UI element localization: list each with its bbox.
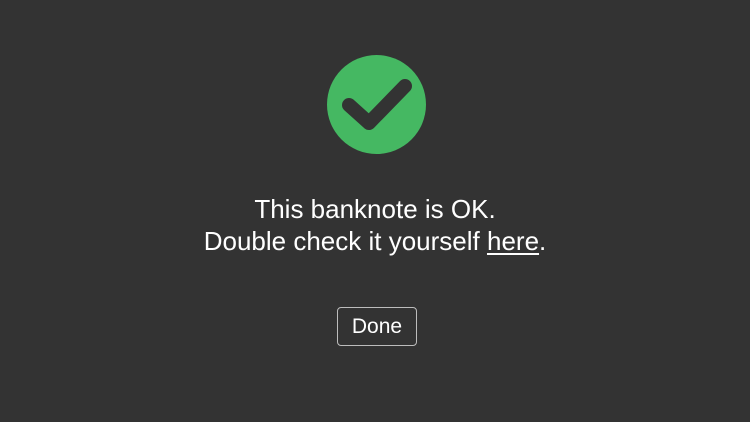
checkmark-circle-icon (327, 55, 426, 154)
status-message: This banknote is OK. (254, 194, 496, 224)
result-screen: This banknote is OK. Double check it you… (0, 0, 750, 422)
double-check-prefix: Double check it yourself (203, 226, 487, 256)
done-button[interactable]: Done (337, 307, 417, 346)
here-link[interactable]: here (487, 226, 539, 256)
checkmark-icon (342, 79, 412, 130)
result-message: This banknote is OK. Double check it you… (0, 193, 750, 257)
double-check-suffix: . (539, 226, 547, 256)
double-check-message: Double check it yourself here. (0, 225, 750, 257)
